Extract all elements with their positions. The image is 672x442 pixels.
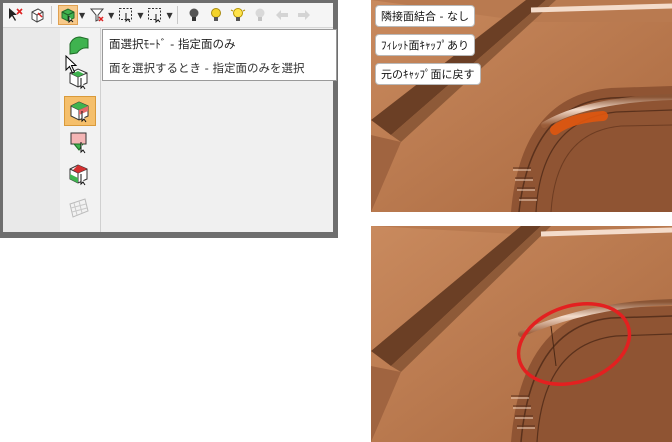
cad-window: ▼ ▼ ▼ ▼ 面選択ﾓｰﾄﾞ - 指定面のみ 面を選択するとき - 指定面のみ…	[3, 3, 337, 232]
light-bulb-icon[interactable]	[206, 5, 226, 25]
light-bulb-dark-icon[interactable]	[184, 5, 204, 25]
cad-window-screenshot: ▼ ▼ ▼ ▼ 面選択ﾓｰﾄﾞ - 指定面のみ 面を選択するとき - 指定面のみ…	[0, 0, 338, 238]
model-render-before	[371, 0, 672, 212]
face-red-corner-icon[interactable]	[64, 160, 94, 188]
chevron-down-icon[interactable]: ▼	[79, 11, 85, 20]
model-render-after	[371, 226, 672, 442]
side-panel-background	[3, 28, 61, 232]
model-view-after	[371, 226, 672, 442]
light-bulb-lit-icon[interactable]	[228, 5, 248, 25]
select-solid-icon[interactable]	[27, 5, 47, 25]
face-select-mode-icon[interactable]	[58, 5, 78, 25]
arrow-right-icon	[294, 5, 314, 25]
toolbar-separator	[51, 6, 52, 24]
toolbar-separator	[176, 6, 178, 24]
face-tangent-icon[interactable]	[64, 96, 96, 126]
filter-funnel-icon[interactable]	[87, 5, 107, 25]
tooltip: 面選択ﾓｰﾄﾞ - 指定面のみ 面を選択するとき - 指定面のみを選択	[102, 29, 337, 81]
box-select-icon[interactable]	[116, 5, 136, 25]
arrow-left-icon	[272, 5, 292, 25]
select-pointer-x-icon[interactable]	[5, 5, 25, 25]
model-view-before: 隣接面結合 - なし ﾌｨﾚｯﾄ面ｷｬｯﾌﾟあり 元のｷｬｯﾌﾟ面に戻す	[371, 0, 672, 212]
light-bulb-disabled-icon	[250, 5, 270, 25]
box-select-cross-icon[interactable]	[145, 5, 165, 25]
chevron-down-icon[interactable]: ▼	[166, 11, 172, 20]
tooltip-description: 面を選択するとき - 指定面のみを選択	[109, 61, 305, 75]
tooltip-title: 面選択ﾓｰﾄﾞ - 指定面のみ	[109, 37, 236, 51]
selection-toolbar: ▼ ▼ ▼ ▼	[3, 3, 333, 28]
label-adjacent-face-merge: 隣接面結合 - なし	[375, 5, 475, 27]
chevron-down-icon[interactable]: ▼	[108, 11, 114, 20]
label-restore-cap: 元のｷｬｯﾌﾟ面に戻す	[375, 63, 481, 85]
mouse-cursor-icon	[65, 54, 79, 79]
face-mesh-icon	[64, 194, 94, 222]
label-fillet-cap: ﾌｨﾚｯﾄ面ｷｬｯﾌﾟあり	[375, 34, 475, 56]
face-pink-icon[interactable]	[64, 128, 94, 156]
chevron-down-icon[interactable]: ▼	[137, 11, 143, 20]
